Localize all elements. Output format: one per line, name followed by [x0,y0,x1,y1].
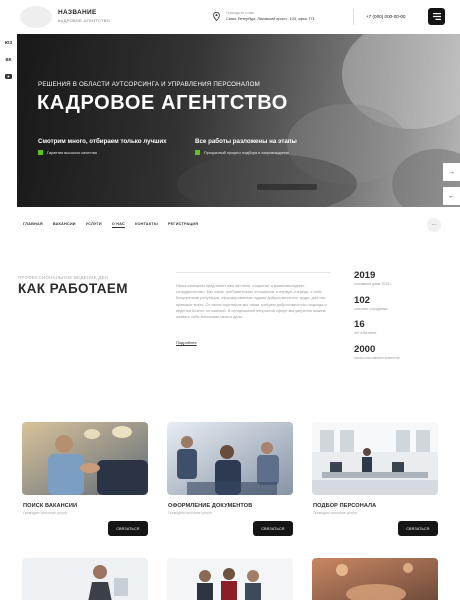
about-divider [176,272,330,273]
brand-tagline: КАДРОВОЕ АГЕНТСТВО [58,18,111,23]
phone-link[interactable]: +7 (000) 000-00-00 [366,14,405,19]
address-label: Приходите к нам [226,11,254,15]
hamburger-menu-icon [432,13,441,20]
service-subtitle: Приводим описание услуги [23,511,68,515]
logo[interactable] [20,6,52,28]
more-options-button[interactable]: ... [427,218,441,232]
hero-feature: Все работы разложены на этапы Прозрачный… [195,138,345,155]
stat-item: 2019 основание дома 2019 г. [354,270,392,286]
header-divider [353,9,354,25]
handshake-photo [22,422,148,495]
stat-value: 16 [354,319,365,330]
hero-subtitle: РЕШЕНИЯ В ОБЛАСТИ АУТСОРСИНГА И УПРАВЛЕН… [38,81,260,88]
hero-feature: Смотрим много, отбираем только лучших Га… [38,138,188,155]
contact-button[interactable]: СВЯЗАТЬСЯ [253,521,293,536]
meeting-photo [167,422,293,495]
service-subtitle: Приводим описание услуги [313,511,358,515]
social-link-vk[interactable]: ВК [4,57,13,62]
youtube-icon [5,74,12,79]
hero-feature-text: Гарантия высокого качества [47,150,97,155]
hero-feature-text: Прозрачный процесс подбора и сопровожден… [204,150,289,155]
about-paragraph: Наша компания предлагает вам честные, от… [176,283,327,320]
slider-prev-arrow-icon[interactable]: ← [443,187,460,205]
green-square-icon [38,150,43,155]
social-link-youtube[interactable] [4,74,13,80]
social-link-yz[interactable]: ЮЗ [4,40,13,45]
nav-item-vacancies[interactable]: ВАКАНСИИ [53,222,76,228]
green-square-icon [195,150,200,155]
brand-name: НАЗВАНИЕ [58,9,97,16]
menu-button[interactable] [428,8,445,25]
hero-feature-title: Смотрим много, отбираем только лучших [38,138,167,145]
main-navigation: ГЛАВНАЯ ВАКАНСИИ УСЛУГИ О НАС КОНТАКТЫ Р… [23,222,208,228]
service-card-photo [312,558,438,600]
section-title: КАК РАБОТАЕМ [18,281,128,296]
nav-item-registration[interactable]: РЕГИСТРАЦИЯ [168,222,198,228]
site-header: НАЗВАНИЕ КАДРОВОЕ АГЕНТСТВО Приходите к … [0,0,460,34]
stat-label: тысяч постоянных клиентов [354,356,400,360]
stat-value: 102 [354,295,371,306]
hero-feature-title: Все работы разложены на этапы [195,138,297,145]
contact-button[interactable]: СВЯЗАТЬСЯ [108,521,148,536]
nav-item-contacts[interactable]: КОНТАКТЫ [135,222,158,228]
service-subtitle: Приводим описание услуги [168,511,213,515]
stat-value: 2000 [354,344,376,355]
stat-item: 102 опытных сотрудника [354,295,387,311]
contact-button[interactable]: СВЯЗАТЬСЯ [398,521,438,536]
stat-label: основание дома 2019 г. [354,282,393,286]
stat-item: 2000 тысяч постоянных клиентов [354,344,399,360]
nav-item-home[interactable]: ГЛАВНАЯ [23,222,43,228]
slider-next-arrow-icon[interactable]: → [443,163,460,181]
office-photo [312,422,438,495]
stat-item: 16 лет в бизнесе [354,319,376,335]
address-text: Санкт-Петербург, Лиговский просп., 103, … [226,17,315,21]
service-title: ПОДБОР ПЕРСОНАЛА [313,503,377,509]
service-title: ПОИСК ВАКАНСИИ [23,503,78,509]
nav-item-services[interactable]: УСЛУГИ [86,222,102,228]
nav-item-about[interactable]: О НАС [111,222,125,228]
hero-banner: РЕШЕНИЯ В ОБЛАСТИ АУТСОРСИНГА И УПРАВЛЕН… [17,34,460,207]
hero-overlay [17,34,460,207]
stat-value: 2019 [354,270,376,281]
stat-label: лет в бизнесе [354,331,377,335]
stat-label: опытных сотрудника [354,307,388,311]
map-pin-icon [213,12,220,21]
section-kicker: ПРОФЕССИОНАЛЬНОЕ ВЕДЕНИЕ ДЕЛ [18,275,108,280]
service-title: ОФОРМЛЕНИЕ ДОКУМЕНТОВ [168,503,253,509]
hero-title: КАДРОВОЕ АГЕНТСТВО [37,92,288,114]
service-card-photo [167,558,293,600]
read-more-link[interactable]: Подробнее [176,340,197,345]
service-card-photo [22,558,148,600]
